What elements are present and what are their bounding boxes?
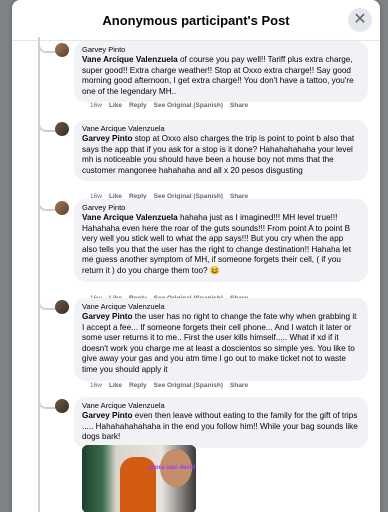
comment-author[interactable]: Vane Arcique Valenzuela bbox=[82, 302, 360, 311]
comment-text: Vane Arcique Valenzuela hahaha just as I… bbox=[82, 213, 360, 277]
like-button[interactable]: Like bbox=[109, 382, 122, 389]
comment-bubble: Vane Arcique Valenzuela Garvey Pinto eve… bbox=[74, 397, 368, 448]
comment-text: Garvey Pinto the user has no right to ch… bbox=[82, 312, 360, 376]
see-original-button[interactable]: See Original (Spanish) bbox=[154, 382, 223, 389]
comment-author[interactable]: Vane Arcique Valenzuela bbox=[82, 401, 360, 410]
dialog-header: Anonymous participant's Post ✕ bbox=[12, 0, 380, 41]
avatar[interactable] bbox=[55, 201, 69, 215]
comment-body: the user has no right to change the fate… bbox=[82, 312, 357, 374]
comment-bubble: Garvey Pinto Vane Arcique Valenzuela of … bbox=[74, 41, 368, 103]
comment-mention[interactable]: Garvey Pinto bbox=[82, 134, 133, 143]
comment-author[interactable]: Garvey Pinto bbox=[82, 203, 360, 212]
comment-photo[interactable]: ahora casi decid bbox=[82, 445, 196, 512]
share-button[interactable]: Share bbox=[230, 382, 248, 389]
close-icon: ✕ bbox=[353, 11, 367, 28]
see-original-button[interactable]: See Original (Spanish) bbox=[154, 102, 223, 109]
like-button[interactable]: Like bbox=[109, 102, 122, 109]
comment-mention[interactable]: Vane Arcique Valenzuela bbox=[82, 55, 178, 64]
comment-time[interactable]: 16w bbox=[90, 102, 102, 109]
comment-mention[interactable]: Garvey Pinto bbox=[82, 411, 133, 420]
avatar[interactable] bbox=[55, 43, 69, 57]
photo-sticker-text: ahora casi decid bbox=[148, 465, 196, 471]
share-button[interactable]: Share bbox=[230, 102, 248, 109]
comment-author[interactable]: Garvey Pinto bbox=[82, 45, 360, 54]
comment-mention[interactable]: Garvey Pinto bbox=[82, 312, 133, 321]
comment-thread[interactable]: Garvey Pinto Vane Arcique Valenzuela of … bbox=[12, 37, 380, 512]
comment-text: Vane Arcique Valenzuela of course you pa… bbox=[82, 55, 360, 97]
comment-actions: 16w Like Reply See Original (Spanish) Sh… bbox=[90, 382, 248, 389]
reply-button[interactable]: Reply bbox=[129, 382, 147, 389]
avatar[interactable] bbox=[55, 122, 69, 136]
comment-actions: 16w Like Reply See Original (Spanish) Sh… bbox=[90, 102, 248, 109]
comment-time[interactable]: 16w bbox=[90, 382, 102, 389]
comment-body: hahaha just as I imagined!!! MH level tr… bbox=[82, 213, 351, 275]
comment-bubble: Vane Arcique Valenzuela Garvey Pinto sto… bbox=[74, 120, 368, 182]
dialog-title: Anonymous participant's Post bbox=[102, 12, 290, 28]
reply-button[interactable]: Reply bbox=[129, 102, 147, 109]
post-dialog: Anonymous participant's Post ✕ Garvey Pi… bbox=[12, 0, 380, 512]
close-button[interactable]: ✕ bbox=[348, 8, 372, 32]
avatar[interactable] bbox=[55, 399, 69, 413]
avatar[interactable] bbox=[55, 300, 69, 314]
thread-line bbox=[38, 41, 40, 512]
comment-bubble: Vane Arcique Valenzuela Garvey Pinto the… bbox=[74, 298, 368, 381]
comment-mention[interactable]: Vane Arcique Valenzuela bbox=[82, 213, 178, 222]
comment-bubble: Garvey Pinto Vane Arcique Valenzuela hah… bbox=[74, 199, 368, 282]
comment-author[interactable]: Vane Arcique Valenzuela bbox=[82, 124, 360, 133]
comment-text: Garvey Pinto stop at Oxxo also charges t… bbox=[82, 134, 360, 176]
comment-text: Garvey Pinto even then leave without eat… bbox=[82, 411, 360, 443]
